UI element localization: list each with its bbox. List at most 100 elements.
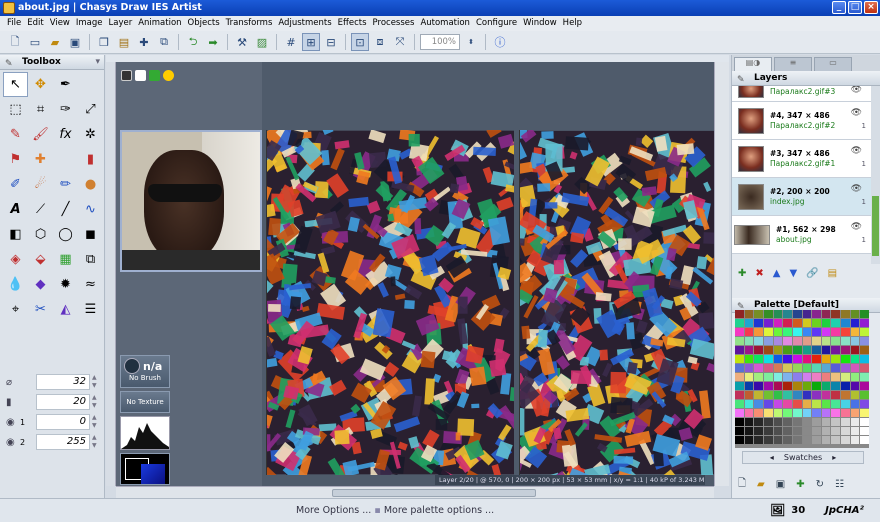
line-tool-icon[interactable]: ╱ <box>53 197 78 222</box>
swatch[interactable] <box>783 373 792 381</box>
swatch[interactable] <box>860 346 869 354</box>
swatch[interactable] <box>754 328 763 336</box>
swatch[interactable] <box>802 355 812 363</box>
grid-icon[interactable]: # <box>282 33 300 51</box>
swatch[interactable] <box>763 373 773 381</box>
opacity-1-spin[interactable]: ▲ ▼ <box>92 414 100 430</box>
frame-icon[interactable] <box>135 70 146 81</box>
fit-window-icon[interactable]: ⊡ <box>351 33 369 51</box>
add-layer-icon[interactable]: ✚ <box>738 268 746 279</box>
stamp-tool-icon[interactable]: ⚑ <box>3 147 28 172</box>
swatch[interactable] <box>783 391 792 399</box>
strength-spin[interactable]: ▲ ▼ <box>92 394 100 410</box>
menu-file[interactable]: File <box>4 16 24 31</box>
fullscreen-icon[interactable]: ⤧ <box>391 33 409 51</box>
swatch[interactable] <box>744 409 754 417</box>
lock-icon[interactable] <box>149 70 160 81</box>
new-palette-icon[interactable]: 🗋 <box>738 476 746 493</box>
eyedropper-tool-icon[interactable]: ✑ <box>53 97 78 122</box>
swatch[interactable] <box>763 427 773 435</box>
swatch[interactable] <box>754 364 763 372</box>
menu-help[interactable]: Help <box>560 16 585 31</box>
swatch[interactable] <box>735 364 744 372</box>
swatch[interactable] <box>754 346 763 354</box>
swatch[interactable] <box>841 346 850 354</box>
swatch[interactable] <box>812 400 821 408</box>
swatch[interactable] <box>860 364 869 372</box>
swatch[interactable] <box>744 373 754 381</box>
bucket-tool-icon[interactable]: ⬙ <box>28 247 53 272</box>
sphere-tool-icon[interactable]: ● <box>78 172 103 197</box>
swatch[interactable] <box>860 436 869 444</box>
swatch[interactable] <box>744 337 754 345</box>
zoom-spin-icon[interactable]: ⬍ <box>462 33 480 51</box>
menu-layer[interactable]: Layer <box>106 16 136 31</box>
minimize-button[interactable]: _ <box>832 1 846 14</box>
delete-layer-icon[interactable]: ✖ <box>755 268 763 279</box>
swatch[interactable] <box>773 346 783 354</box>
swatch[interactable] <box>850 346 860 354</box>
swatch[interactable] <box>754 436 763 444</box>
swatch[interactable] <box>841 337 850 345</box>
swatch[interactable] <box>831 436 841 444</box>
bandage-tool-icon[interactable]: ✚ <box>28 147 53 172</box>
swatch[interactable] <box>783 382 792 390</box>
swatches-nav[interactable]: ◂ Swatches ▸ <box>742 451 864 464</box>
strength-field[interactable]: 20 <box>36 394 90 410</box>
tab-third[interactable]: ▭ <box>814 57 852 71</box>
swatch[interactable] <box>831 391 841 399</box>
opacity-2-spin[interactable]: ▲ ▼ <box>92 434 100 450</box>
swatch[interactable] <box>831 409 841 417</box>
layer-row[interactable]: #4, 347 × 486 Паралакс2.gif#2 👁 1 <box>732 102 880 140</box>
swatch[interactable] <box>735 346 744 354</box>
snap-icon[interactable]: ⊞ <box>302 33 320 51</box>
swatch[interactable] <box>821 337 831 345</box>
paste-layer-icon[interactable]: ⧉ <box>155 33 173 51</box>
swatch[interactable] <box>754 337 763 345</box>
collapse-icon[interactable]: ▾ <box>95 55 100 70</box>
swatch[interactable] <box>773 391 783 399</box>
opacity-2-field[interactable]: 255 <box>36 434 90 450</box>
swatch[interactable] <box>735 409 744 417</box>
swatch[interactable] <box>802 409 812 417</box>
list-icon[interactable]: ☷ <box>835 479 844 490</box>
swatch[interactable] <box>792 337 802 345</box>
swatch[interactable] <box>821 436 831 444</box>
swatch[interactable] <box>831 400 841 408</box>
swatch[interactable] <box>754 409 763 417</box>
swatch[interactable] <box>763 355 773 363</box>
transform-tool-icon[interactable]: ⤢ <box>78 97 103 122</box>
layers-scrollbar[interactable] <box>871 86 880 264</box>
swatch[interactable] <box>792 436 802 444</box>
swatch[interactable] <box>773 355 783 363</box>
save-palette-icon[interactable]: ▣ <box>776 479 785 490</box>
fx-tool-icon[interactable]: fx <box>53 122 78 147</box>
swatch[interactable] <box>773 373 783 381</box>
swatch[interactable] <box>821 373 831 381</box>
layer-photo-index[interactable] <box>120 130 262 272</box>
zoom-input[interactable]: 100% <box>420 34 460 50</box>
effects-tool-icon[interactable]: ✲ <box>78 122 103 147</box>
opacity-1-field[interactable]: 0 <box>36 414 90 430</box>
clone-tool-icon[interactable]: ⧉ <box>78 247 103 272</box>
swatch[interactable] <box>783 355 792 363</box>
swatch[interactable] <box>783 310 792 318</box>
swatch[interactable] <box>831 319 841 327</box>
gradient-tool-icon[interactable]: ▦ <box>53 247 78 272</box>
layer-row[interactable]: Паралакс2.gif#3 👁 <box>732 86 880 102</box>
drop-tool-icon[interactable]: 💧 <box>3 272 28 297</box>
swatch[interactable] <box>841 400 850 408</box>
swatch[interactable] <box>812 337 821 345</box>
swatch[interactable] <box>735 355 744 363</box>
swatch[interactable] <box>744 382 754 390</box>
swatch[interactable] <box>735 328 744 336</box>
swatch[interactable] <box>860 418 869 426</box>
size-spin[interactable]: ▲ ▼ <box>92 374 100 390</box>
swatch[interactable] <box>735 373 744 381</box>
ellipse-tool-icon[interactable]: ◯ <box>53 222 78 247</box>
fill-tool-icon[interactable]: ◈ <box>3 247 28 272</box>
swatch[interactable] <box>812 346 821 354</box>
swatch[interactable] <box>754 355 763 363</box>
layer-row-selected[interactable]: #2, 200 × 200 index.jpg 👁 1 <box>732 178 880 216</box>
swatch[interactable] <box>792 364 802 372</box>
